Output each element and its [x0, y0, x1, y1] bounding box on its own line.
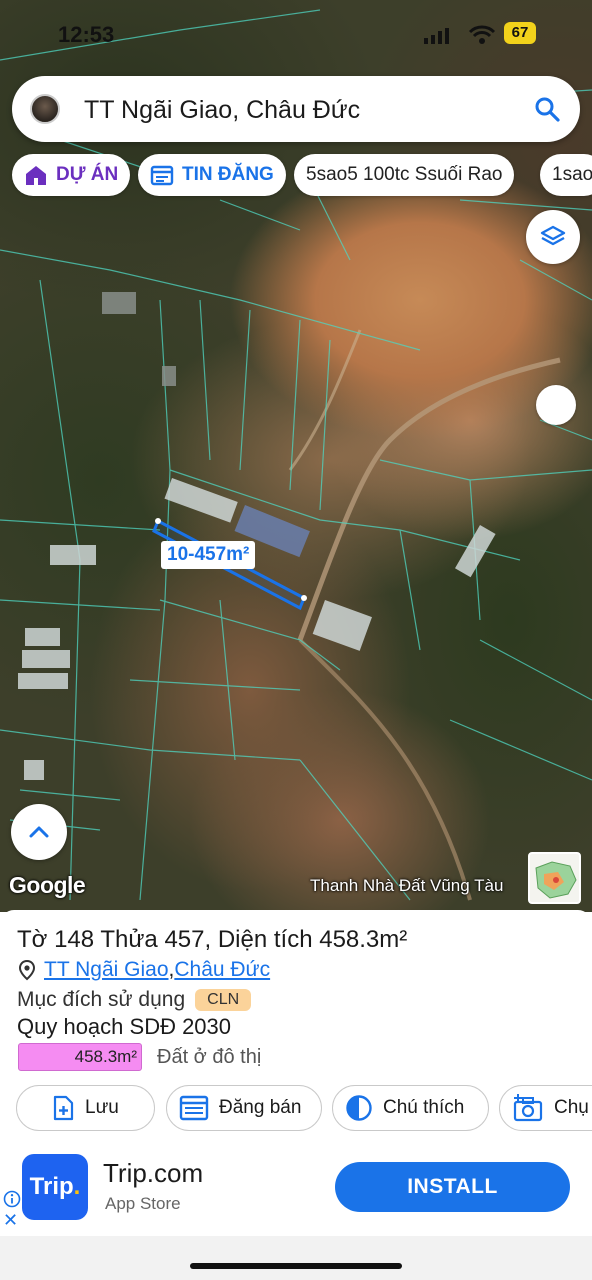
purpose-label: Mục đích sử dụng — [17, 988, 186, 1011]
ad-app-name: Trip.com — [103, 1158, 204, 1188]
calendar-list-icon — [150, 165, 174, 186]
capture-button[interactable]: Chụ — [499, 1085, 592, 1131]
chip-label: 5sao5 100tc Ssuối Rao — [306, 164, 503, 185]
ad-store-name: App Store — [105, 1194, 181, 1213]
listing-icon — [179, 1095, 209, 1121]
google-logo: Google — [9, 872, 86, 898]
home-indicator[interactable] — [190, 1263, 402, 1269]
post-for-sale-button[interactable]: Đăng bán — [166, 1085, 322, 1131]
search-title[interactable]: TT Ngãi Giao, Châu Đức — [84, 96, 360, 125]
chip-label: 1sao — [552, 164, 592, 185]
parcel-area: 458.3m² — [319, 926, 408, 953]
parcel-title: Tờ 148 Thửa 457, Diện tích 458.3m² — [17, 926, 407, 954]
camera-icon — [513, 1094, 543, 1122]
search-bar[interactable]: TT Ngãi Giao, Châu Đức — [12, 76, 580, 142]
install-button[interactable]: INSTALL — [335, 1162, 570, 1212]
chip-saved-search-2[interactable]: 1sao — [540, 154, 592, 196]
plot-number: 457 — [164, 926, 205, 953]
layers-icon — [540, 225, 566, 246]
chip-du-an[interactable]: DỰ ÁN — [12, 154, 131, 196]
chip-tin-dang[interactable]: TIN ĐĂNG — [138, 154, 286, 196]
plan-area-swatch: 458.3m² — [18, 1043, 142, 1071]
status-bar: 12:53 67 — [0, 18, 592, 54]
search-icon[interactable] — [534, 96, 560, 122]
filter-chips: DỰ ÁN TIN ĐĂNG 5sao5 100tc Ssuối Rao 1sa… — [12, 154, 592, 196]
minimap-thumbnail[interactable] — [528, 852, 581, 904]
chevron-up-icon — [29, 826, 49, 838]
half-circle-icon — [346, 1095, 372, 1121]
plan-legend: 458.3m² Đất ở đô thị — [18, 1043, 261, 1071]
ad-banner[interactable]: ✕ Trip. Trip.com App Store INSTALL — [0, 1142, 592, 1236]
land-purpose: Mục đích sử dụng CLN — [17, 988, 252, 1012]
expand-panel-button[interactable] — [11, 804, 67, 860]
legend-button[interactable]: Chú thích — [332, 1085, 489, 1131]
parcel-location: TT Ngãi Giao, Châu Đức — [17, 958, 270, 982]
plan-type: Đất ở đô thị — [157, 1045, 262, 1068]
title-text: Tờ — [17, 926, 55, 953]
layers-button[interactable] — [526, 210, 580, 264]
location-district-link[interactable]: Châu Đức — [174, 958, 270, 982]
map-credit: Thanh Nhà Đất Vũng Tàu — [310, 876, 504, 895]
capture-label: Chụ — [554, 1097, 589, 1118]
title-text: , Diện tích — [204, 926, 320, 953]
chip-label: TIN ĐĂNG — [182, 164, 274, 185]
house-icon — [26, 166, 46, 185]
status-time: 12:53 — [58, 22, 115, 47]
save-button[interactable]: Lưu — [16, 1085, 155, 1131]
location-town-link[interactable]: TT Ngãi Giao — [44, 958, 169, 982]
legend-label: Chú thích — [383, 1097, 465, 1118]
minimap-image — [535, 861, 577, 899]
ad-info-icon[interactable] — [3, 1190, 21, 1208]
parcel-info-panel: Tờ 148 Thửa 457, Diện tích 458.3m² TT Ng… — [0, 910, 592, 1142]
plan-title: Quy hoạch SDĐ 2030 — [17, 1014, 232, 1039]
logo-dot: . — [73, 1173, 81, 1200]
save-plus-icon — [53, 1095, 74, 1121]
save-label: Lưu — [85, 1097, 119, 1118]
home-indicator-bar — [0, 1236, 592, 1280]
location-button[interactable] — [536, 385, 576, 425]
location-pin-icon — [18, 959, 36, 981]
action-buttons: Lưu Đăng bán Chú thích Chụ — [16, 1085, 592, 1131]
logo-text: Trip — [29, 1173, 74, 1200]
purpose-badge: CLN — [195, 989, 252, 1011]
chip-label: DỰ ÁN — [56, 164, 119, 185]
title-text: Thửa — [94, 926, 165, 953]
post-for-sale-label: Đăng bán — [219, 1097, 302, 1118]
ad-close-icon[interactable]: ✕ — [3, 1210, 18, 1231]
battery-indicator: 67 — [504, 22, 536, 44]
cellular-signal-icon — [424, 28, 449, 44]
chip-saved-search-1[interactable]: 5sao5 100tc Ssuối Rao — [294, 154, 515, 196]
wifi-icon — [468, 25, 496, 44]
map-view[interactable]: 10-457m² 12:53 67 TT Ngãi Giao, Châu Đức… — [0, 0, 592, 912]
parcel-label[interactable]: 10-457m² — [161, 541, 256, 569]
avatar[interactable] — [30, 94, 60, 124]
sheet-number: 148 — [54, 926, 95, 953]
trip-app-logo: Trip. — [22, 1154, 88, 1220]
